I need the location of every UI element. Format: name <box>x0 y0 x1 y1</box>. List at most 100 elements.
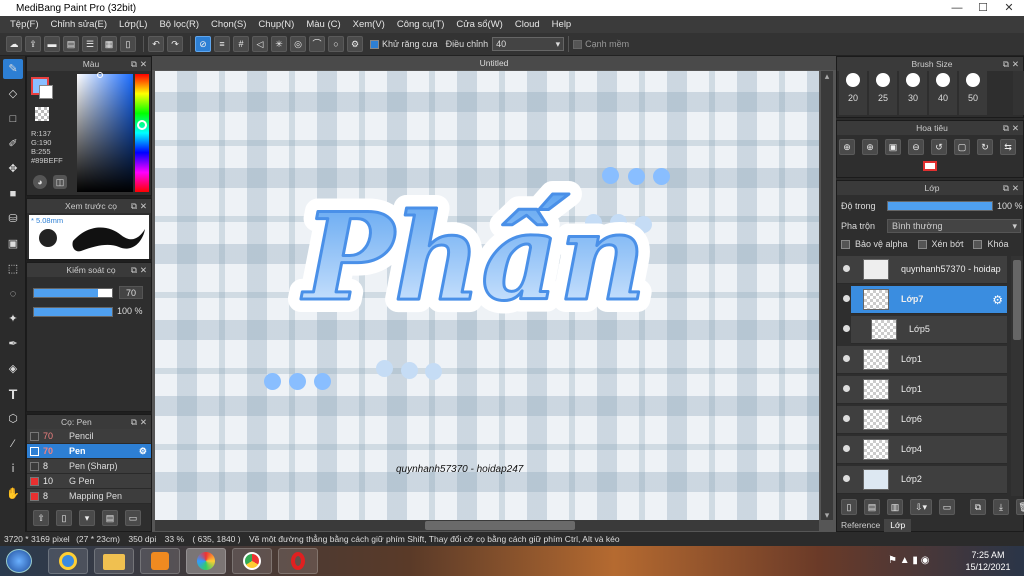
ie-taskbar-icon[interactable] <box>48 548 88 574</box>
soft-edge-checkbox[interactable] <box>573 39 583 49</box>
merge-layer-icon[interactable]: ⤓ <box>993 499 1009 515</box>
medibang-taskbar-icon[interactable] <box>186 548 226 574</box>
layer-opacity-slider[interactable] <box>887 201 993 211</box>
snap-parallel-icon[interactable]: ≡ <box>214 36 230 52</box>
bucket-tool-icon[interactable]: ⛁ <box>3 209 23 229</box>
layer-item[interactable]: quynhanh57370 - hoidap <box>837 256 1007 284</box>
text-tool-icon[interactable]: T <box>3 384 23 404</box>
layer-scroll-thumb[interactable] <box>1013 260 1021 340</box>
eraser-tool-icon[interactable]: ◇ <box>3 84 23 104</box>
undock-icon[interactable]: ⧉ <box>1003 57 1009 71</box>
snap-settings-icon[interactable]: ⚙ <box>347 36 363 52</box>
chrome-taskbar-icon[interactable] <box>232 548 272 574</box>
brush-item-mapping-pen[interactable]: 8 Mapping Pen <box>27 489 151 504</box>
page-icon[interactable]: ▯ <box>120 36 136 52</box>
size-preset[interactable]: 25 <box>869 71 897 115</box>
snap-grid-icon[interactable]: # <box>233 36 249 52</box>
media-taskbar-icon[interactable] <box>140 548 180 574</box>
color-history-icon[interactable]: ◫ <box>53 175 67 189</box>
rotate-left-icon[interactable]: ↺ <box>931 139 947 155</box>
menu-view[interactable]: Xem(V) <box>347 19 391 30</box>
trash-icon[interactable]: 🗑 <box>1016 499 1024 515</box>
grid-icon[interactable]: ▦ <box>101 36 117 52</box>
snap-perspective-icon[interactable]: ◁ <box>252 36 268 52</box>
undock-icon[interactable]: ⧉ <box>131 57 137 71</box>
clock[interactable]: 7:25 AM 15/12/2021 <box>960 549 1016 573</box>
new-layer-icon[interactable]: ▯ <box>841 499 857 515</box>
duplicate-layer-icon[interactable]: ⧉ <box>970 499 986 515</box>
layer-item[interactable]: Lớp1 <box>837 376 1007 404</box>
minimize-button[interactable]: — <box>944 0 970 16</box>
undock-icon[interactable]: ⧉ <box>131 263 137 277</box>
copy-brush-icon[interactable]: ▤ <box>102 510 118 526</box>
menu-select[interactable]: Chọn(S) <box>205 19 252 30</box>
eye-icon[interactable] <box>843 475 850 482</box>
layer-item[interactable]: Lớp5 <box>843 316 1007 344</box>
lasso-tool-icon[interactable]: ◌ <box>3 284 23 304</box>
eye-icon[interactable] <box>843 325 850 332</box>
menu-layer[interactable]: Lớp(L) <box>113 19 153 30</box>
brush-item-pencil[interactable]: 70 Pencil <box>27 429 151 444</box>
clipping-checkbox[interactable] <box>917 239 927 249</box>
brush-tool-icon[interactable]: ✎ <box>3 59 23 79</box>
zoom-fit-icon[interactable]: ⊕ <box>862 139 878 155</box>
document-tab[interactable]: Untitled <box>152 56 836 70</box>
zoom-in-icon[interactable]: ⊕ <box>839 139 855 155</box>
snap-concentric-icon[interactable]: ◎ <box>290 36 306 52</box>
document-canvas[interactable]: Phấn Phấn quynhanh57370 - hoidap247 <box>155 71 819 520</box>
flip-icon[interactable]: ⇆ <box>1000 139 1016 155</box>
move-tool-icon[interactable]: ✥ <box>3 159 23 179</box>
gradient-tool-icon[interactable]: ▣ <box>3 234 23 254</box>
snap-curve-icon[interactable]: ⌒ <box>309 36 325 52</box>
undock-icon[interactable]: ⧉ <box>131 199 137 213</box>
eye-icon[interactable] <box>843 415 850 422</box>
palette-icon[interactable]: ◕ <box>33 175 47 189</box>
menu-help[interactable]: Help <box>546 19 578 30</box>
brush-opacity-slider[interactable] <box>33 307 113 317</box>
chevron-up-icon[interactable]: ▴ <box>822 71 832 81</box>
close-icon[interactable]: ✕ <box>1012 57 1019 71</box>
brush-menu-icon[interactable]: ▾ <box>79 510 95 526</box>
horizontal-scroll-thumb[interactable] <box>425 521 575 530</box>
gear-icon[interactable]: ⚙ <box>992 293 1003 307</box>
new-halftone-layer-icon[interactable]: ▤ <box>864 499 880 515</box>
protect-alpha-checkbox[interactable] <box>841 239 850 249</box>
brush-item-g-pen[interactable]: 10 G Pen <box>27 474 151 489</box>
tray-icons[interactable]: ⚑ ▲ ▮ ◉ <box>888 555 929 566</box>
close-icon[interactable]: ✕ <box>1012 121 1019 135</box>
undock-icon[interactable]: ⧉ <box>1003 181 1009 195</box>
select-tool-icon[interactable]: ⬚ <box>3 259 23 279</box>
close-icon[interactable]: ✕ <box>140 199 147 213</box>
select-eraser-icon[interactable]: ◈ <box>3 359 23 379</box>
add-brush-icon[interactable]: ⇧ <box>33 510 49 526</box>
menu-color[interactable]: Màu (C) <box>300 19 346 30</box>
adjust-dropdown[interactable]: 40 ▾ <box>492 37 565 51</box>
eye-icon[interactable] <box>843 445 850 452</box>
rotate-right-icon[interactable]: ↻ <box>977 139 993 155</box>
menu-file[interactable]: Tệp(F) <box>4 19 45 30</box>
menu-filter[interactable]: Bộ lọc(R) <box>153 19 205 30</box>
new-brush-icon[interactable]: ▯ <box>56 510 72 526</box>
menu-snap[interactable]: Chụp(N) <box>252 19 300 30</box>
hue-slider[interactable] <box>135 74 149 192</box>
snap-circle-icon[interactable]: ○ <box>328 36 344 52</box>
brush-size-scrollbar[interactable] <box>1013 71 1024 115</box>
magic-wand-icon[interactable]: ✦ <box>3 309 23 329</box>
blend-mode-dropdown[interactable]: Bình thường ▾ <box>887 219 1021 233</box>
menu-cloud[interactable]: Cloud <box>509 19 546 30</box>
undock-icon[interactable]: ⧉ <box>131 415 137 429</box>
layer-item[interactable]: Lớp4 <box>837 436 1007 464</box>
document-icon[interactable]: ▤ <box>63 36 79 52</box>
pen-tool-icon[interactable]: ✐ <box>3 134 23 154</box>
eye-icon[interactable] <box>843 265 850 272</box>
layer-scrollbar[interactable] <box>1011 256 1023 496</box>
opera-taskbar-icon[interactable] <box>278 548 318 574</box>
layer-item-selected[interactable]: Lớp7 ⚙ <box>843 286 1007 314</box>
fill-rect-icon[interactable]: ■ <box>3 184 23 204</box>
size-preset[interactable]: 40 <box>929 71 957 115</box>
maximize-button[interactable]: ☐ <box>970 0 996 16</box>
dropper-icon[interactable]: ⅰ <box>3 459 23 479</box>
list-icon[interactable]: ☰ <box>82 36 98 52</box>
menu-tools[interactable]: Công cụ(T) <box>391 19 451 30</box>
eyedropper-icon[interactable]: ⁄ <box>3 434 23 454</box>
